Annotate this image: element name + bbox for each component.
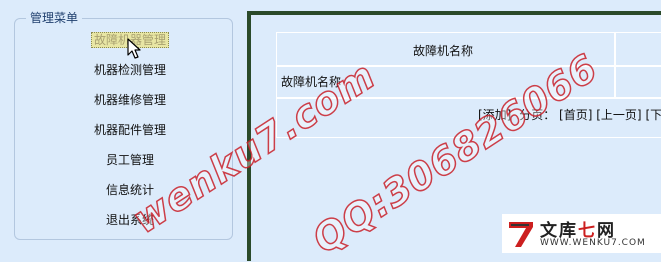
menu-item-logout[interactable]: 退出系统	[14, 212, 246, 228]
site-logo: 文库七网 WWW.WENKU7.COM	[502, 214, 661, 253]
mouse-pointer-icon	[127, 38, 141, 59]
menu-item-machine-inspection[interactable]: 机器检测管理	[14, 62, 246, 78]
logo-url: WWW.WENKU7.COM	[540, 238, 646, 248]
menu-item-machine-parts[interactable]: 机器配件管理	[14, 122, 246, 138]
table-header-cell	[614, 32, 661, 66]
next-page-link[interactable]: [下一	[645, 108, 661, 122]
prev-page-link[interactable]: [上一页]	[596, 108, 641, 122]
first-page-link[interactable]: [首页]	[559, 108, 592, 122]
menu-legend: 管理菜单	[26, 10, 83, 26]
logo-seven-icon	[509, 222, 533, 247]
menu-item-label: 机器维修管理	[93, 93, 166, 107]
table-cell	[614, 66, 661, 98]
column-header-fault-machine-name: 故障机名称	[413, 44, 474, 58]
menu-item-label: 机器检测管理	[93, 63, 166, 77]
menu-item-label: 机器配件管理	[93, 123, 166, 137]
menu-item-machine-repair[interactable]: 机器维修管理	[14, 92, 246, 108]
menu-item-label: 员工管理	[105, 153, 154, 167]
